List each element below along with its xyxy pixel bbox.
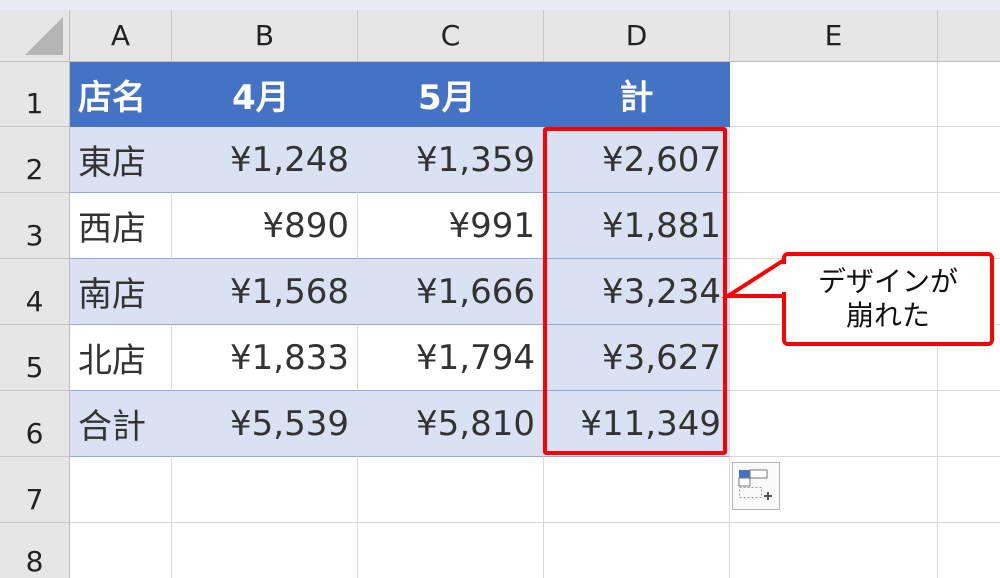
cell-c4[interactable]: ¥1,666 (358, 259, 544, 325)
cell-f8[interactable] (938, 523, 1000, 578)
cell-c2[interactable]: ¥1,359 (358, 127, 544, 193)
quick-analysis-button[interactable] (732, 462, 780, 510)
column-header-e[interactable]: E (730, 10, 938, 62)
cell-a5[interactable]: 北店 (70, 325, 172, 391)
row-header-4[interactable]: 4 (0, 259, 70, 325)
row-header-5[interactable]: 5 (0, 325, 70, 391)
column-header-a[interactable]: A (70, 10, 172, 62)
cell-c8[interactable] (358, 523, 544, 578)
cell-c1[interactable]: 5月 (358, 62, 544, 127)
cell-e6[interactable] (730, 391, 938, 457)
cell-f2[interactable] (938, 127, 1000, 193)
cell-a3[interactable]: 西店 (70, 193, 172, 259)
cell-a2[interactable]: 東店 (70, 127, 172, 193)
cell-d7[interactable] (544, 457, 730, 523)
cell-a6[interactable]: 合計 (70, 391, 172, 457)
cell-f1[interactable] (938, 62, 1000, 127)
cell-f7[interactable] (938, 457, 1000, 523)
column-header-b[interactable]: B (172, 10, 358, 62)
row-header-7[interactable]: 7 (0, 457, 70, 523)
select-all-icon (25, 17, 63, 55)
highlight-box (543, 127, 727, 455)
cell-c3[interactable]: ¥991 (358, 193, 544, 259)
row-header-6[interactable]: 6 (0, 391, 70, 457)
callout-box: デザインが 崩れた (782, 252, 994, 346)
cell-e1[interactable] (730, 62, 938, 127)
row-header-8[interactable]: 8 (0, 523, 70, 578)
row-header-1[interactable]: 1 (0, 62, 70, 127)
cell-a1[interactable]: 店名 (70, 62, 172, 127)
cell-c6[interactable]: ¥5,810 (358, 391, 544, 457)
cell-c5[interactable]: ¥1,794 (358, 325, 544, 391)
cell-b5[interactable]: ¥1,833 (172, 325, 358, 391)
cell-e8[interactable] (730, 523, 938, 578)
cell-d1[interactable]: 計 (544, 62, 730, 127)
row-header-3[interactable]: 3 (0, 193, 70, 259)
column-header-f[interactable] (938, 10, 1000, 62)
cell-b4[interactable]: ¥1,568 (172, 259, 358, 325)
row-header-2[interactable]: 2 (0, 127, 70, 193)
cell-c7[interactable] (358, 457, 544, 523)
quick-analysis-icon (738, 469, 772, 500)
cell-b2[interactable]: ¥1,248 (172, 127, 358, 193)
cell-a4[interactable]: 南店 (70, 259, 172, 325)
cell-f3[interactable] (938, 193, 1000, 259)
cell-e2[interactable] (730, 127, 938, 193)
callout-line-1: デザインが (817, 265, 958, 299)
cell-e3[interactable] (730, 193, 938, 259)
spreadsheet: A B C D E 1 2 3 4 5 6 7 8 店名 4月 5月 計 東店 … (0, 0, 1000, 578)
cell-b1[interactable]: 4月 (172, 62, 358, 127)
select-all-corner[interactable] (0, 10, 70, 62)
cell-b8[interactable] (172, 523, 358, 578)
cell-d8[interactable] (544, 523, 730, 578)
column-header-c[interactable]: C (358, 10, 544, 62)
cell-a8[interactable] (70, 523, 172, 578)
cell-f6[interactable] (938, 391, 1000, 457)
column-header-d[interactable]: D (544, 10, 730, 62)
cell-b7[interactable] (172, 457, 358, 523)
callout-line-2: 崩れた (845, 299, 930, 332)
cell-a7[interactable] (70, 457, 172, 523)
ribbon-edge (0, 0, 1000, 10)
cell-b6[interactable]: ¥5,539 (172, 391, 358, 457)
cell-b3[interactable]: ¥890 (172, 193, 358, 259)
